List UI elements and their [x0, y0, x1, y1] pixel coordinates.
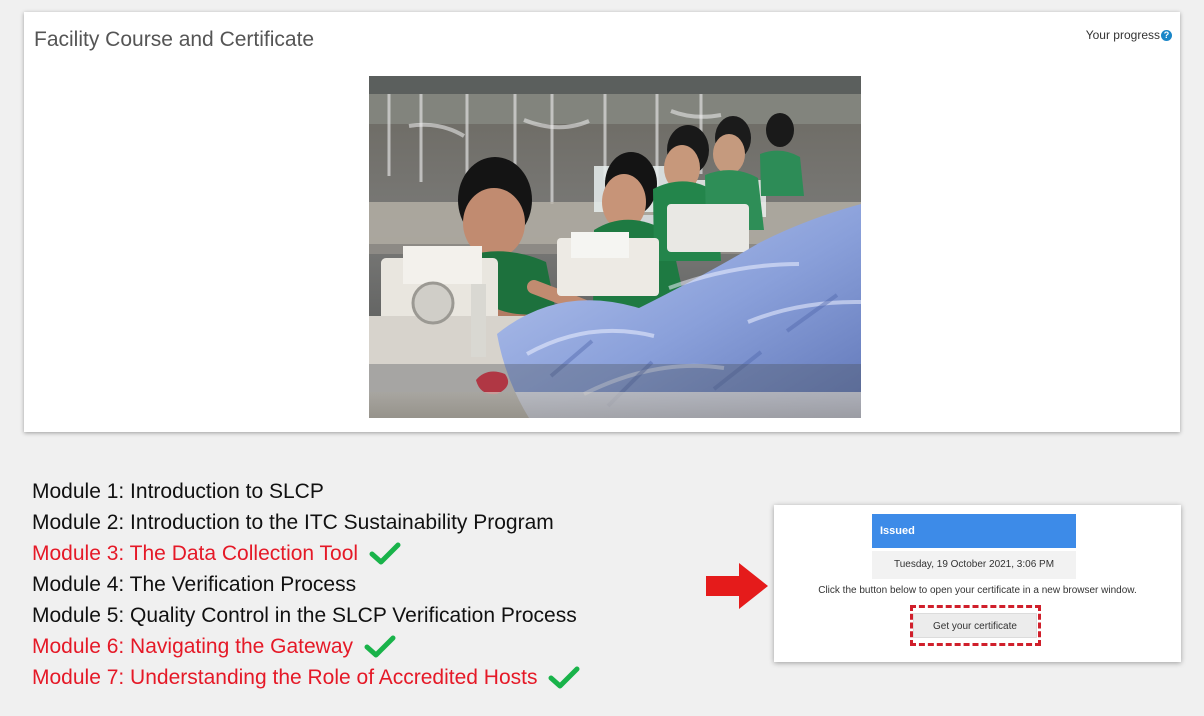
- module-1-label: Module 1: Introduction to SLCP: [32, 480, 324, 503]
- garment-factory-photo: [369, 76, 861, 418]
- module-3-label: Module 3: The Data Collection Tool: [32, 542, 359, 565]
- get-certificate-button[interactable]: Get your certificate: [913, 613, 1037, 638]
- module-6[interactable]: Module 6: Navigating the Gateway: [32, 631, 772, 662]
- certificate-status: Issued: [872, 514, 1076, 548]
- module-5[interactable]: Module 5: Quality Control in the SLCP Ve…: [32, 600, 772, 631]
- progress-indicator[interactable]: Your progress ?: [1086, 28, 1172, 42]
- check-icon: [369, 542, 401, 564]
- module-1[interactable]: Module 1: Introduction to SLCP: [32, 476, 772, 507]
- module-6-label: Module 6: Navigating the Gateway: [32, 635, 354, 658]
- module-2[interactable]: Module 2: Introduction to the ITC Sustai…: [32, 507, 772, 538]
- module-7[interactable]: Module 7: Understanding the Role of Accr…: [32, 662, 772, 693]
- course-card: Facility Course and Certificate Your pro…: [24, 12, 1180, 432]
- certificate-panel: Issued Tuesday, 19 October 2021, 3:06 PM…: [774, 505, 1181, 662]
- certificate-date: Tuesday, 19 October 2021, 3:06 PM: [872, 551, 1076, 579]
- module-3[interactable]: Module 3: The Data Collection Tool: [32, 538, 772, 569]
- course-image: [369, 76, 861, 418]
- progress-label: Your progress: [1085, 28, 1160, 42]
- certificate-instruction: Click the button below to open your cert…: [818, 585, 1137, 596]
- check-icon: [548, 666, 580, 688]
- module-7-label: Module 7: Understanding the Role of Accr…: [32, 666, 538, 689]
- module-4-label: Module 4: The Verification Process: [32, 573, 357, 596]
- arrow-right-icon: [706, 563, 768, 609]
- check-icon: [364, 635, 396, 657]
- help-icon[interactable]: ?: [1161, 29, 1172, 41]
- module-5-label: Module 5: Quality Control in the SLCP Ve…: [32, 604, 577, 627]
- module-4[interactable]: Module 4: The Verification Process: [32, 569, 772, 600]
- course-title: Facility Course and Certificate: [34, 28, 315, 51]
- module-2-label: Module 2: Introduction to the ITC Sustai…: [32, 511, 554, 534]
- module-list: Module 1: Introduction to SLCP Module 2:…: [32, 476, 772, 693]
